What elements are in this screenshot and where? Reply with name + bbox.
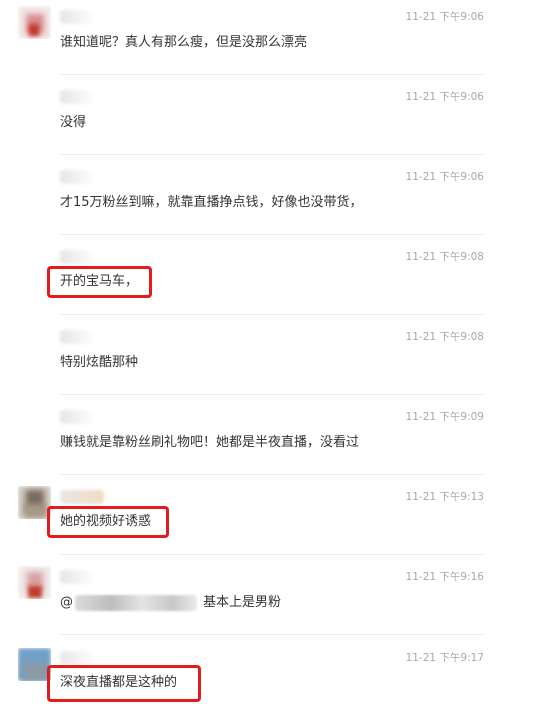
comment-time: 11-21 下午9:09	[405, 411, 484, 423]
username-blurred[interactable]	[60, 490, 104, 504]
comment-text: 开的宝马车，	[60, 274, 139, 289]
comment-time: 11-21 下午9:06	[405, 171, 484, 183]
comment-item: 11-21 下午9:08 开的宝马车，	[0, 240, 533, 314]
comment-item: 11-21 下午9:09 赚钱就是靠粉丝刷礼物吧！她都是半夜直播，没看过	[0, 400, 533, 474]
comment-text-with-mention: @ 基本上是男粉	[60, 593, 281, 613]
comment-time: 11-21 下午9:17	[405, 652, 484, 664]
mentioned-user-blurred[interactable]	[75, 594, 197, 611]
comment-item: 11-21 下午9:06 谁知道呢？真人有那么瘦，但是没那么漂亮	[0, 0, 533, 74]
username-blurred[interactable]	[60, 170, 92, 184]
comment-text: 基本上是男粉	[203, 595, 282, 610]
divider	[60, 394, 484, 395]
mention-at: @	[60, 595, 73, 610]
comment-text: 特别炫酷那种	[60, 355, 139, 370]
comment-text: 赚钱就是靠粉丝刷礼物吧！她都是半夜直播，没看过	[60, 435, 360, 450]
comment-item: 11-21 下午9:17 深夜直播都是这种的	[0, 640, 533, 704]
username-blurred[interactable]	[60, 250, 92, 264]
username-blurred[interactable]	[60, 10, 92, 24]
comment-item: 11-21 下午9:08 特别炫酷那种	[0, 320, 533, 394]
divider	[60, 154, 484, 155]
avatar[interactable]	[18, 566, 51, 599]
comment-item: 11-21 下午9:06 没得	[0, 80, 533, 154]
avatar[interactable]	[18, 6, 51, 39]
username-blurred[interactable]	[60, 90, 92, 104]
comment-time: 11-21 下午9:08	[405, 251, 484, 263]
username-blurred[interactable]	[60, 330, 92, 344]
username-blurred[interactable]	[60, 570, 92, 584]
comment-time: 11-21 下午9:06	[405, 11, 484, 23]
divider	[60, 554, 484, 555]
divider	[60, 314, 484, 315]
comment-item: 11-21 下午9:16 @ 基本上是男粉	[0, 560, 533, 634]
comment-item: 11-21 下午9:06 才15万粉丝到嘛，就靠直播挣点钱，好像也没带货，	[0, 160, 533, 234]
comment-text: 深夜直播都是这种的	[60, 675, 178, 690]
comment-text: 才15万粉丝到嘛，就靠直播挣点钱，好像也没带货，	[60, 195, 363, 210]
comment-text: 没得	[60, 115, 87, 130]
divider	[60, 474, 484, 475]
comment-text: 她的视频好诱惑	[60, 514, 152, 529]
comment-time: 11-21 下午9:13	[405, 491, 484, 503]
comment-item: 11-21 下午9:13 她的视频好诱惑	[0, 480, 533, 554]
username-blurred[interactable]	[60, 651, 92, 665]
divider	[60, 634, 484, 635]
comment-time: 11-21 下午9:08	[405, 331, 484, 343]
comment-text: 谁知道呢？真人有那么瘦，但是没那么漂亮	[60, 35, 308, 50]
divider	[60, 234, 484, 235]
comment-time: 11-21 下午9:16	[405, 571, 484, 583]
username-blurred[interactable]	[60, 410, 92, 424]
divider	[60, 74, 484, 75]
comment-time: 11-21 下午9:06	[405, 91, 484, 103]
